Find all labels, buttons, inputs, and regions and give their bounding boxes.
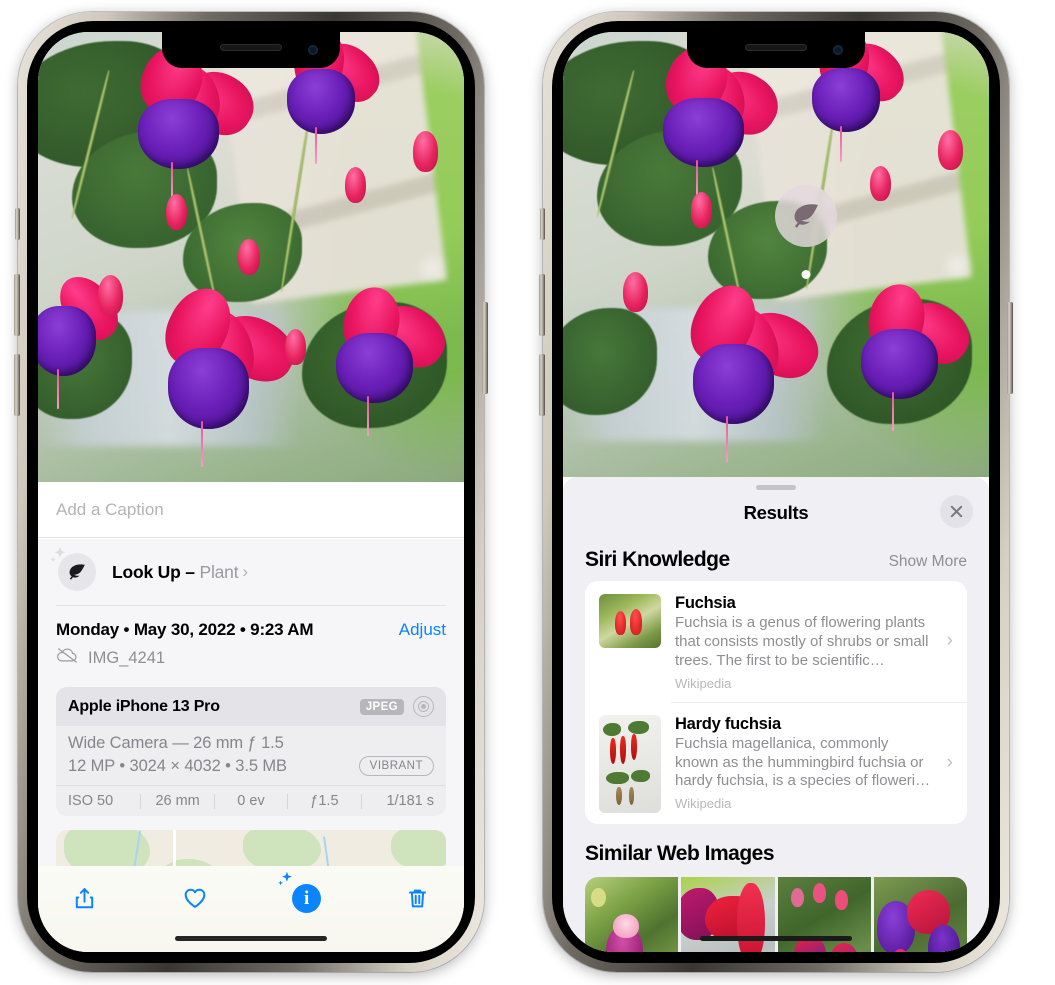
photo-viewer[interactable]	[38, 32, 464, 482]
notch	[687, 32, 865, 68]
phone-left: Add a Caption Look Up – Plant › Monday •…	[14, 12, 488, 972]
chevron-right-icon: ›	[946, 751, 953, 773]
look-up-label: Look Up – Plant	[112, 561, 239, 583]
web-image-thumbnail[interactable]	[585, 876, 679, 952]
result-thumbnail	[599, 594, 661, 648]
volume-down-button[interactable]	[539, 354, 545, 416]
earpiece-speaker	[745, 44, 807, 51]
front-camera-icon	[833, 45, 843, 55]
delete-button[interactable]	[398, 878, 438, 918]
aperture-icon	[413, 696, 434, 717]
info-badge: i	[292, 883, 322, 913]
look-up-separator: –	[185, 561, 195, 582]
knowledge-row[interactable]: Fuchsia Fuchsia is a genus of flowering …	[585, 581, 967, 702]
results-header: Results	[563, 490, 989, 536]
file-name: IMG_4241	[88, 648, 166, 667]
format-badge: JPEG	[359, 698, 404, 715]
lens-info: Wide Camera — 26 mm ƒ 1.5	[68, 734, 284, 752]
exif-iso: ISO 50	[68, 793, 114, 809]
cloud-slash-icon	[56, 647, 79, 669]
phone-screen-right: Results Siri Knowledge Show More Fuchsia…	[563, 32, 989, 952]
info-button[interactable]: i	[277, 871, 327, 918]
camera-card-body: Wide Camera — 26 mm ƒ 1.5 12 MP • 3024 ×…	[56, 726, 446, 785]
earpiece-speaker	[220, 44, 282, 51]
power-button[interactable]	[1007, 302, 1013, 394]
favorite-button[interactable]	[175, 878, 215, 918]
exif-row: ISO 50 26 mm 0 ev ƒ1.5 1/181 s	[56, 785, 446, 816]
camera-model: Apple iPhone 13 Pro	[68, 697, 220, 715]
results-sheet: Results Siri Knowledge Show More Fuchsia…	[563, 477, 989, 952]
web-image-thumbnail[interactable]	[873, 876, 967, 952]
volume-down-button[interactable]	[14, 354, 20, 416]
phone-right: Results Siri Knowledge Show More Fuchsia…	[539, 12, 1013, 972]
leaf-icon	[794, 204, 819, 228]
camera-card-header: Apple iPhone 13 Pro JPEG	[56, 687, 446, 726]
exif-exposure: 0 ev	[237, 793, 265, 809]
similar-web-images-header: Similar Web Images	[563, 824, 989, 866]
home-indicator[interactable]	[700, 936, 852, 941]
notch	[162, 32, 340, 68]
leaf-icon	[50, 546, 96, 591]
home-indicator[interactable]	[175, 936, 327, 941]
info-glyph: i	[304, 887, 310, 909]
caption-input[interactable]: Add a Caption	[38, 482, 464, 538]
similar-web-images-title: Similar Web Images	[585, 841, 775, 865]
result-description: Fuchsia is a genus of flowering plants t…	[675, 614, 929, 669]
siri-knowledge-card: Fuchsia Fuchsia is a genus of flowering …	[585, 581, 967, 824]
siri-knowledge-header: Siri Knowledge Show More	[563, 536, 989, 581]
exif-shutter: 1/181 s	[386, 793, 435, 809]
volume-up-button[interactable]	[14, 274, 20, 336]
photographic-style-badge: VIBRANT	[358, 756, 434, 776]
camera-info-card[interactable]: Apple iPhone 13 Pro JPEG Wide Camera — 2…	[56, 687, 446, 816]
location-map-card[interactable]	[56, 830, 446, 866]
look-up-subject: Plant	[199, 561, 239, 582]
capture-date: Monday • May 30, 2022 • 9:23 AM	[56, 620, 314, 639]
photo-viewer[interactable]	[563, 32, 989, 477]
visual-look-up-badge[interactable]	[775, 185, 837, 247]
results-title: Results	[743, 502, 809, 523]
result-source: Wikipedia	[675, 796, 732, 812]
volume-up-button[interactable]	[539, 274, 545, 336]
siri-knowledge-title: Siri Knowledge	[585, 548, 730, 571]
mute-switch[interactable]	[540, 208, 545, 240]
look-up-title: Look Up	[112, 561, 181, 582]
date-block: Monday • May 30, 2022 • 9:23 AM Adjust I…	[38, 606, 464, 675]
screenshot-root: Add a Caption Look Up – Plant › Monday •…	[0, 0, 1055, 985]
close-button[interactable]	[940, 495, 973, 528]
result-title: Hardy fuchsia	[675, 714, 781, 733]
photo-toolbar: i	[38, 866, 464, 952]
exif-focal: 26 mm	[155, 793, 200, 809]
result-thumbnail	[599, 714, 661, 813]
sparkles-icon	[277, 871, 294, 888]
front-camera-icon	[308, 45, 318, 55]
chevron-right-icon: ›	[946, 630, 953, 652]
phone-screen-left: Add a Caption Look Up – Plant › Monday •…	[38, 32, 464, 952]
power-button[interactable]	[482, 302, 488, 394]
result-title: Fuchsia	[675, 594, 736, 612]
exif-aperture: ƒ1.5	[310, 793, 339, 809]
mute-switch[interactable]	[15, 208, 20, 240]
info-scroll-area[interactable]: Look Up – Plant › Monday • May 30, 2022 …	[38, 539, 464, 866]
result-description: Fuchsia magellanica, commonly known as t…	[675, 734, 931, 790]
close-icon	[950, 505, 963, 518]
photo-info-sheet: Add a Caption Look Up – Plant › Monday •…	[38, 482, 464, 952]
image-specs: 12 MP • 3024 × 4032 • 3.5 MB	[68, 756, 287, 775]
chevron-right-icon: ›	[242, 562, 249, 581]
look-up-row[interactable]: Look Up – Plant ›	[38, 539, 464, 605]
result-source: Wikipedia	[675, 675, 732, 691]
caption-placeholder: Add a Caption	[56, 499, 164, 519]
show-more-button[interactable]: Show More	[889, 553, 967, 571]
knowledge-row[interactable]: Hardy fuchsia Fuchsia magellanica, commo…	[585, 701, 967, 824]
adjust-button[interactable]: Adjust	[399, 620, 446, 640]
share-button[interactable]	[64, 878, 104, 918]
